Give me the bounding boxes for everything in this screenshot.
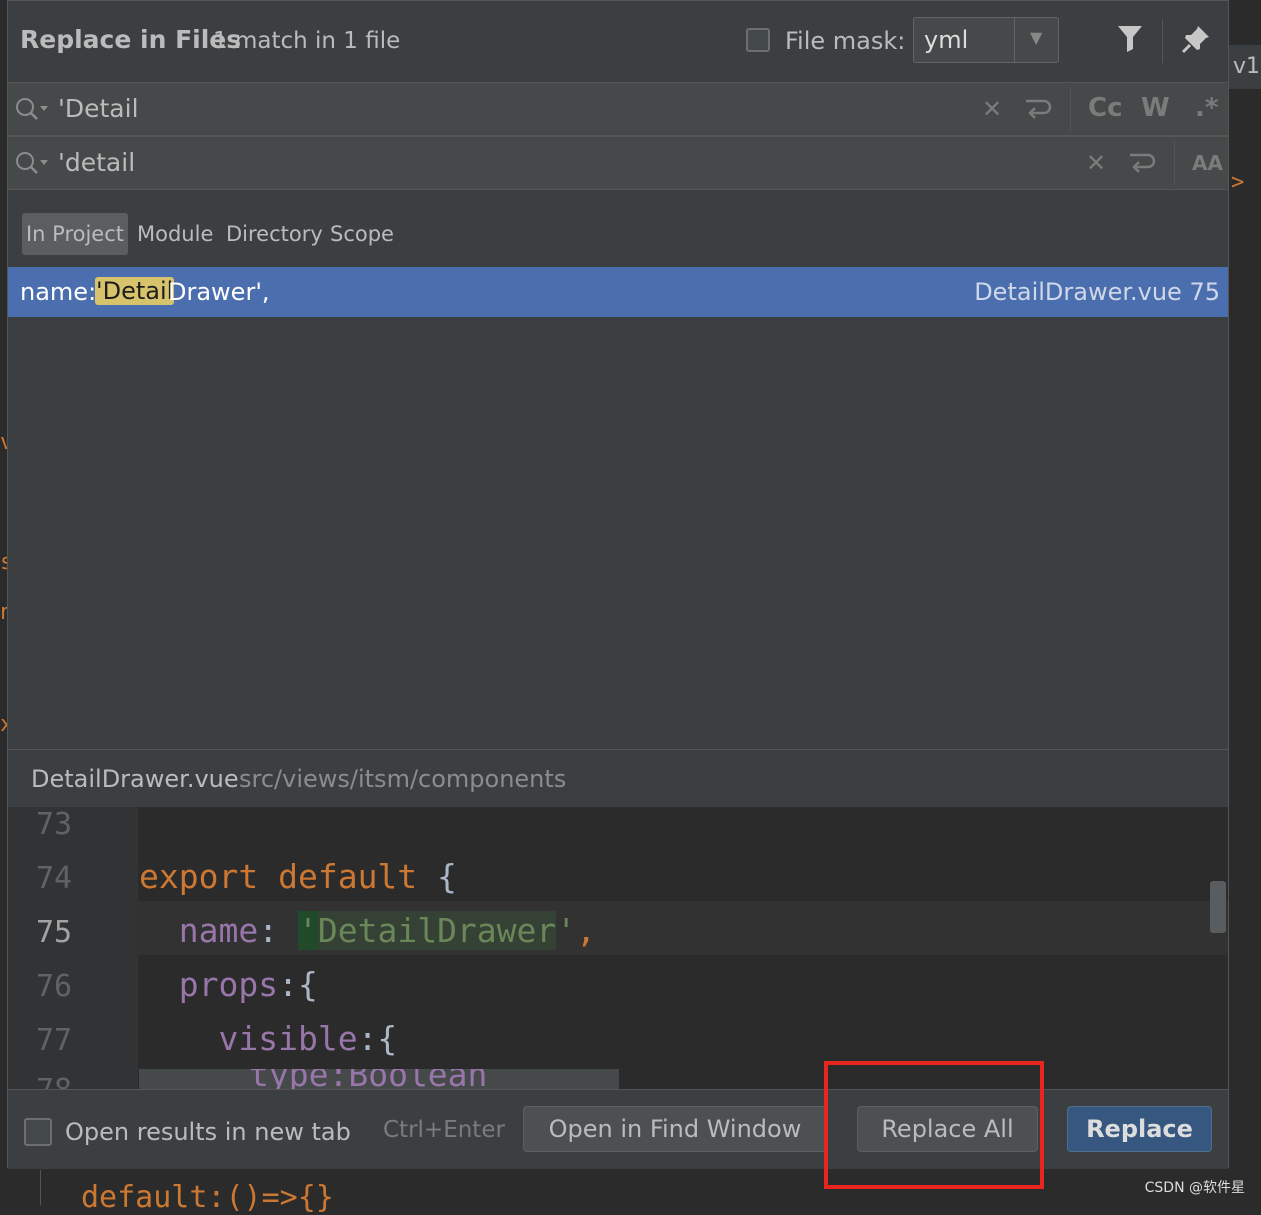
line-number: 75	[36, 915, 73, 950]
background-editor-tab[interactable]: v1	[1229, 45, 1261, 89]
preview-scrollbar-thumb[interactable]	[1210, 881, 1226, 933]
result-file-location: DetailDrawer.vue 75	[974, 278, 1220, 306]
code-punctuation: :{	[357, 1019, 398, 1058]
line-number: 73	[36, 807, 73, 842]
shortcut-hint: Ctrl+Enter	[383, 1117, 505, 1143]
result-text-suffix: Drawer',	[168, 278, 270, 306]
dialog-title: Replace in Files	[20, 25, 242, 54]
code-property: type:Boolean	[249, 1069, 488, 1089]
multiline-toggle-icon[interactable]	[1126, 149, 1156, 181]
scope-tab-in-project[interactable]: In Project	[22, 213, 128, 255]
dialog-title-bar: Replace in Files 1 match in 1 file File …	[8, 1, 1228, 81]
preview-file-path: src/views/itsm/components	[239, 765, 567, 793]
whole-words-toggle[interactable]: W	[1141, 93, 1170, 123]
row-divider	[1174, 141, 1175, 185]
watermark: CSDN @软件星	[1144, 1180, 1245, 1196]
dialog-footer: Open results in new tab Ctrl+Enter Open …	[8, 1089, 1228, 1169]
match-count: 1 match in 1 file	[213, 28, 401, 54]
file-mask-label: File mask:	[785, 27, 906, 55]
open-in-find-window-button[interactable]: Open in Find Window	[523, 1106, 827, 1152]
code-line-74: export default {	[139, 857, 457, 896]
line-number: 77	[36, 1023, 73, 1058]
preview-file-name: DetailDrawer.vue	[31, 765, 239, 793]
code-property: name	[178, 911, 259, 950]
replace-history-icon[interactable]	[14, 150, 50, 182]
row-divider	[1070, 87, 1071, 131]
multiline-toggle-icon[interactable]	[1022, 95, 1052, 127]
scope-tab-module[interactable]: Module	[137, 213, 213, 255]
replace-in-files-dialog: Replace in Files 1 match in 1 file File …	[7, 0, 1229, 1169]
scope-tabs: In Project Module Directory Scope	[8, 191, 1228, 267]
match-case-toggle[interactable]: Cc	[1088, 93, 1123, 123]
code-keyword: default	[278, 857, 418, 896]
line-number: 78	[36, 1073, 72, 1089]
code-string: '	[556, 911, 577, 950]
code-match-highlight: '	[297, 911, 318, 950]
scope-tab-scope[interactable]: Scope	[330, 213, 394, 255]
code-keyword: export	[139, 857, 259, 896]
background-code-glyph: >	[1231, 170, 1245, 195]
replace-button[interactable]: Replace	[1067, 1106, 1212, 1152]
preserve-case-toggle[interactable]: AA	[1192, 151, 1223, 175]
code-line-78-partial: type:Boolean	[139, 1069, 619, 1089]
code-punctuation: :	[258, 911, 298, 950]
pin-icon[interactable]	[1180, 23, 1212, 59]
code-line-77: visible:{	[139, 1019, 397, 1058]
search-input[interactable]: 'Detail	[58, 94, 139, 123]
result-text-prefix: name:	[20, 278, 97, 306]
background-code-text: default:()=>{}	[81, 1180, 334, 1215]
filter-icon[interactable]	[1116, 23, 1144, 57]
replace-field-row[interactable]: 'detail ✕ AA	[8, 136, 1228, 190]
result-row[interactable]: name: 'Detail Drawer', DetailDrawer.vue …	[8, 267, 1228, 317]
code-punctuation: ,	[576, 911, 597, 950]
code-line-76: props:{	[139, 965, 318, 1004]
toolbar-divider	[1162, 19, 1163, 63]
code-property: props	[178, 965, 279, 1004]
results-list: name: 'Detail Drawer', DetailDrawer.vue …	[8, 267, 1228, 749]
open-in-new-tab-checkbox[interactable]	[24, 1118, 52, 1146]
chevron-down-icon[interactable]: ▼	[1030, 28, 1042, 47]
preview-header: DetailDrawer.vue src/views/itsm/componen…	[8, 749, 1228, 807]
open-in-new-tab-label[interactable]: Open results in new tab	[65, 1118, 351, 1146]
line-number-gutter	[8, 807, 138, 1089]
line-number: 76	[36, 969, 73, 1004]
clear-replace-icon[interactable]: ✕	[1086, 149, 1106, 177]
file-mask-checkbox[interactable]	[746, 28, 770, 52]
code-string: DetailDrawer	[317, 911, 557, 950]
search-field-row[interactable]: 'Detail ✕ Cc W .*	[8, 82, 1228, 136]
clear-search-icon[interactable]: ✕	[982, 95, 1002, 123]
regex-toggle[interactable]: .*	[1195, 93, 1218, 123]
code-line-75: name: 'DetailDrawer',	[139, 911, 596, 950]
code-property: visible	[218, 1019, 358, 1058]
file-mask-value[interactable]: yml	[924, 26, 968, 54]
line-number: 74	[36, 861, 73, 896]
scope-tab-directory[interactable]: Directory	[226, 213, 323, 255]
annotation-highlight-box	[824, 1061, 1044, 1189]
replace-input[interactable]: 'detail	[58, 148, 135, 177]
search-history-icon[interactable]	[14, 96, 50, 128]
code-punctuation: :{	[278, 965, 318, 1004]
code-preview[interactable]: 73 74 75 76 77 78 export default { name:…	[8, 807, 1228, 1089]
file-mask-combobox[interactable]: yml ▼	[913, 17, 1059, 63]
combo-divider	[1014, 18, 1015, 62]
code-punctuation: {	[437, 857, 457, 896]
result-match-highlight: 'Detail	[95, 277, 175, 305]
